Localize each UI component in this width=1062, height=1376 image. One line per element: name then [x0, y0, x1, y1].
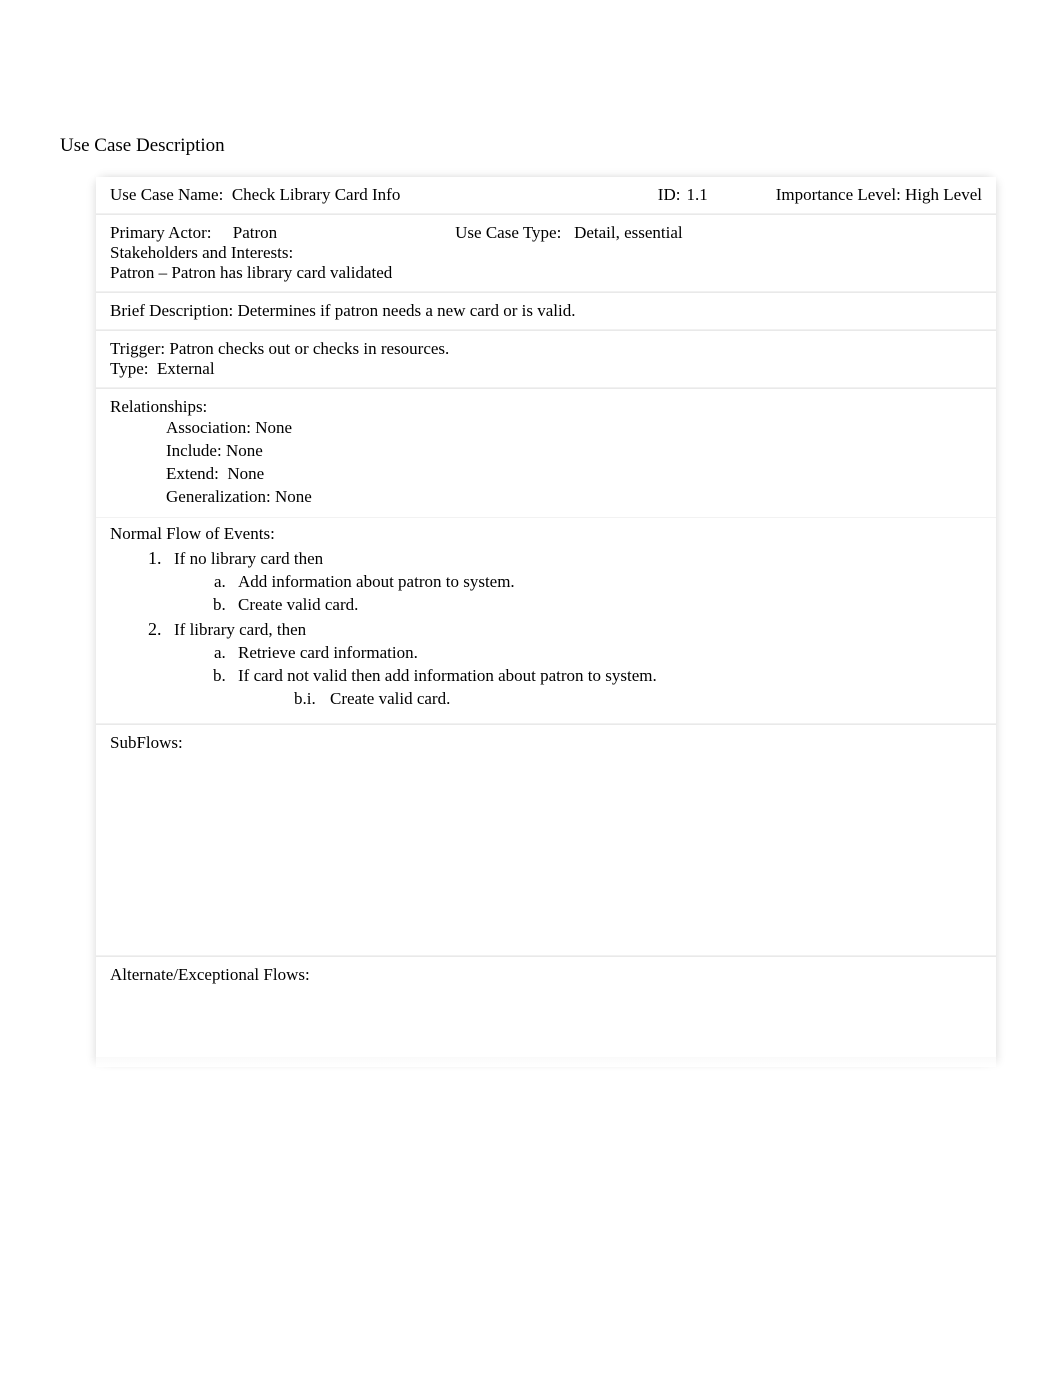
relationship-item: Include: None — [166, 440, 982, 463]
row-trigger-type: Trigger: Patron checks out or checks in … — [96, 331, 996, 387]
row-name-id-importance: Use Case Name: Check Library Card Info I… — [96, 177, 996, 213]
subflows-label: SubFlows: — [110, 733, 982, 753]
relationships-label: Relationships: — [110, 397, 982, 417]
row-alternate-flows: Alternate/Exceptional Flows: — [96, 957, 996, 1057]
row-normal-flow: Normal Flow of Events: If no library car… — [96, 518, 996, 723]
primary-actor-label: Primary Actor: — [110, 223, 233, 243]
flow-substep-text: Create valid card. — [238, 595, 358, 614]
relationship-key: Extend: — [166, 463, 227, 486]
row-relationships: Relationships: Association: None Include… — [96, 389, 996, 517]
relationship-value: None — [227, 463, 264, 486]
page-title: Use Case Description — [60, 135, 1004, 157]
trigger-label: Trigger: — [110, 339, 169, 359]
brief-description-value: Determines if patron needs a new card or… — [237, 301, 575, 321]
relationship-item: Association: None — [166, 417, 982, 440]
relationship-key: Generalization: — [166, 486, 275, 509]
flow-substep-text: If card not valid then add information a… — [238, 666, 657, 685]
relationship-item: Generalization: None — [166, 486, 982, 509]
use-case-name-value: Check Library Card Info — [232, 185, 401, 205]
card-bottom-fade — [96, 1057, 996, 1067]
flow-subsubstep: b.i. Create valid card. — [238, 689, 982, 709]
relationship-key: Include: — [166, 440, 226, 463]
brief-description-label: Brief Description: — [110, 301, 237, 321]
flow-step-text: If no library card then — [174, 549, 323, 568]
stakeholders-label: Stakeholders and Interests: — [110, 243, 982, 263]
flow-step: If no library card then Add information … — [166, 548, 982, 615]
row-subflows: SubFlows: — [96, 725, 996, 955]
flow-subsubstep-marker: b.i. — [294, 689, 326, 708]
flow-substep-text: Retrieve card information. — [238, 643, 418, 662]
flow-substep: Add information about patron to system. — [230, 572, 982, 592]
importance-value: High Level — [905, 185, 982, 205]
use-case-type-label: Use Case Type: — [455, 223, 574, 243]
id-label: ID: — [658, 185, 687, 205]
flow-substep: Create valid card. — [230, 595, 982, 615]
row-brief-description: Brief Description: Determines if patron … — [96, 293, 996, 329]
use-case-name-label: Use Case Name: — [110, 185, 232, 205]
stakeholders-line: Patron – Patron has library card validat… — [110, 263, 982, 283]
row-actor-type-stakeholders: Primary Actor: Patron Use Case Type: Det… — [96, 215, 996, 291]
flow-substep: Retrieve card information. — [230, 643, 982, 663]
use-case-type-value: Detail, essential — [574, 223, 683, 243]
relationship-item: Extend: None — [166, 463, 982, 486]
normal-flow-label: Normal Flow of Events: — [110, 524, 982, 544]
flow-substep: If card not valid then add information a… — [230, 666, 982, 709]
flow-substep-text: Add information about patron to system. — [238, 572, 515, 591]
relationship-value: None — [255, 417, 292, 440]
relationship-key: Association: — [166, 417, 255, 440]
use-case-card: Use Case Name: Check Library Card Info I… — [96, 177, 996, 1067]
type-sublabel: Type: — [110, 359, 157, 379]
flow-step: If library card, then Retrieve card info… — [166, 619, 982, 709]
primary-actor-value: Patron — [233, 223, 277, 243]
importance-label: Importance Level: — [776, 185, 905, 205]
flow-subsubstep-text: Create valid card. — [330, 689, 450, 708]
id-value: 1.1 — [686, 185, 775, 205]
alternate-flows-label: Alternate/Exceptional Flows: — [110, 965, 982, 985]
type-subvalue: External — [157, 359, 215, 379]
relationship-value: None — [275, 486, 312, 509]
relationship-value: None — [226, 440, 263, 463]
trigger-value: Patron checks out or checks in resources… — [169, 339, 449, 359]
flow-step-text: If library card, then — [174, 620, 306, 639]
